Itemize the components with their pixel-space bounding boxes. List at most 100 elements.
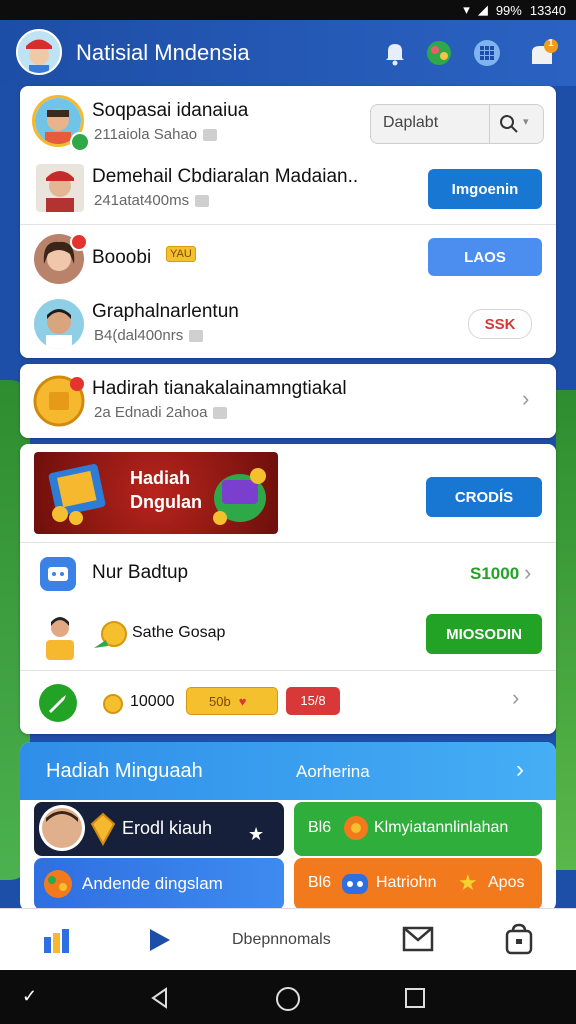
- chevron-right-icon[interactable]: ›: [524, 560, 531, 586]
- background-decoration-right: [556, 390, 576, 870]
- bonus-tile[interactable]: Erodl kiauh ★: [34, 802, 284, 856]
- chevron-right-icon[interactable]: ›: [522, 386, 529, 412]
- mail-icon[interactable]: [402, 925, 434, 953]
- bonus-title: Hadiah Minguaah: [46, 760, 203, 782]
- bonus-tile-prefix: Bl6: [308, 819, 332, 836]
- friend-name: Soqpasai idanaiua: [92, 100, 249, 121]
- friend-row[interactable]: Soqpasai idanaiua 211aiola Sahao Daplabt…: [20, 86, 556, 156]
- friend-action-button[interactable]: SSK: [468, 309, 532, 339]
- bonus-tile[interactable]: Andende dingslam: [34, 858, 284, 910]
- grid-icon[interactable]: [472, 38, 502, 68]
- bonus-chip[interactable]: 15/8: [286, 687, 340, 715]
- level-tag: YAU: [166, 246, 196, 262]
- coin-amount: 10000: [130, 693, 175, 710]
- search-placeholder: Daplabt: [383, 114, 439, 131]
- promo-item[interactable]: Sathe Gosap MIOSODIN: [20, 604, 556, 670]
- friend-row[interactable]: Graphalnarlentun B4(dal400nrs SSK: [20, 291, 556, 357]
- reward-chip[interactable]: 50b ♥: [186, 687, 278, 715]
- home-icon[interactable]: [42, 925, 72, 955]
- reward-card[interactable]: Hadirah tianakalainamngtiakal 2a Ednadi …: [20, 364, 556, 438]
- star-icon: ★: [458, 870, 478, 895]
- friend-subtext: B4(dal400nrs: [94, 327, 184, 344]
- edit-icon: [195, 195, 210, 208]
- bonus-tile-suffix: Apos: [488, 874, 525, 891]
- gift-book-icon: [48, 464, 106, 525]
- search-icon[interactable]: [499, 114, 519, 134]
- reward-chip-label: 50b: [209, 694, 231, 709]
- battery-level: 99%: [495, 2, 522, 18]
- globe-icon[interactable]: [424, 38, 454, 68]
- banner-line2: Dngulan: [130, 492, 202, 512]
- person-icon: [46, 617, 74, 660]
- coin-bag-icon: [94, 621, 127, 648]
- friend-row[interactable]: Demehail Cbdiaralan Madaian.. 241atat400…: [20, 156, 556, 224]
- check-icon: ✓: [22, 986, 38, 1006]
- ball-icon: [44, 870, 72, 898]
- wifi-icon: ▾: [463, 2, 470, 17]
- heart-icon: ♥: [238, 694, 247, 709]
- promo-item[interactable]: Nur Badtup S1000 ›: [20, 544, 556, 604]
- chat-icon: [40, 557, 76, 591]
- gem-icon: [90, 812, 116, 846]
- reward-subtext: 2a Ednadi 2ahoa: [94, 404, 208, 421]
- bottom-nav: Dbepnnomals: [0, 908, 576, 971]
- bonus-tile[interactable]: Bl6 Hatriohn ★ Apos: [294, 858, 542, 910]
- game-pad-icon: [342, 874, 368, 894]
- alert-badge: [70, 233, 88, 251]
- edit-icon: [203, 129, 218, 142]
- notification-badge: 1: [548, 38, 554, 49]
- bonus-header[interactable]: Hadiah Minguaah Aorherina ›: [20, 742, 556, 800]
- friend-name: Booobi: [92, 247, 152, 268]
- banner-claim-button[interactable]: CRODÍS: [426, 477, 542, 517]
- app-title: Natisial Mndensia: [76, 40, 250, 65]
- friend-action-button[interactable]: Imgoenin: [428, 169, 542, 209]
- chevron-right-icon[interactable]: ›: [512, 685, 519, 711]
- friend-name: Demehail Cbdiaralan Madaian..: [92, 166, 359, 187]
- avatar: [39, 805, 85, 851]
- flower-icon: [344, 816, 368, 840]
- signal-icon: ◢: [477, 2, 488, 17]
- avatar: [34, 299, 84, 349]
- promo-item-button[interactable]: MIOSODIN: [426, 614, 542, 654]
- friend-row[interactable]: Booobi YAU LAOS: [20, 225, 556, 291]
- coin-icon: [33, 375, 85, 427]
- search-field[interactable]: Daplabt ▾: [370, 104, 544, 144]
- banner-line1: Hadiah: [130, 468, 191, 488]
- recents-icon[interactable]: [404, 987, 426, 1009]
- bonus-tile-prefix: Bl6: [308, 874, 332, 891]
- treasure-bag-icon: [213, 468, 266, 525]
- edit-icon: [189, 330, 204, 343]
- notification-icon[interactable]: 1: [528, 38, 558, 68]
- dropdown-icon[interactable]: ▾: [523, 115, 529, 128]
- bonus-tile[interactable]: Bl6 Klmyiatannlinlahan: [294, 802, 542, 856]
- chevron-right-icon[interactable]: ›: [516, 756, 524, 784]
- promo-item-label: Nur Badtup: [92, 562, 189, 583]
- bonus-tile-label: Erodl kiauh: [122, 818, 213, 838]
- home-button-icon[interactable]: [275, 986, 301, 1012]
- nav-center-label[interactable]: Dbepnnomals: [232, 931, 331, 949]
- back-icon[interactable]: [148, 986, 172, 1010]
- promo-item-value: S1000: [470, 564, 520, 583]
- clock: 13340: [529, 2, 566, 18]
- coin-icon: [103, 694, 123, 714]
- bag-icon[interactable]: [504, 923, 534, 955]
- online-status-icon: [70, 132, 90, 152]
- bonus-section: Hadiah Minguaah Aorherina › Erodl kiauh …: [20, 742, 556, 912]
- bell-icon[interactable]: [380, 38, 410, 68]
- play-icon[interactable]: [146, 925, 174, 955]
- star-icon: ★: [248, 824, 265, 844]
- system-nav-bar: ✓: [0, 970, 576, 1024]
- friends-card: Soqpasai idanaiua 211aiola Sahao Daplabt…: [20, 86, 556, 358]
- friend-name: Graphalnarlentun: [92, 301, 239, 322]
- avatar: [36, 164, 84, 212]
- app-header: Natisial Mndensia 1: [0, 20, 576, 86]
- bonus-link[interactable]: Aorherina: [296, 762, 370, 782]
- edit-icon: [213, 407, 228, 420]
- bonus-tile-label: Klmyiatannlinlahan: [374, 819, 509, 836]
- friend-action-button[interactable]: LAOS: [428, 238, 542, 276]
- reward-title: Hadirah tianakalainamngtiakal: [92, 378, 347, 399]
- promo-item[interactable]: 10000 50b ♥ 15/8 ›: [20, 671, 556, 733]
- profile-avatar[interactable]: [16, 29, 62, 75]
- tool-icon: [39, 684, 77, 722]
- promo-banner[interactable]: Hadiah Dngulan: [34, 452, 278, 534]
